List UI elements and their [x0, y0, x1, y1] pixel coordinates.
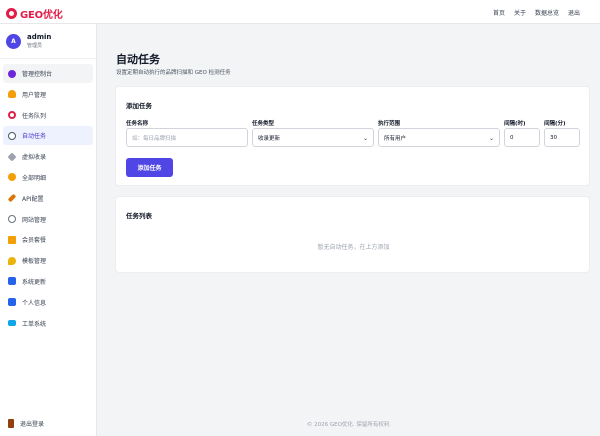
logo[interactable]: GEO优化 — [6, 6, 63, 21]
logo-text: GEO优化 — [20, 10, 63, 21]
sidebar-item-label: 模板管理 — [22, 258, 47, 266]
sidebar-item-api-config[interactable]: API配置 — [3, 189, 93, 208]
sidebar-item-label: 自动任务 — [22, 133, 47, 141]
scope-value: 所有用户 — [384, 135, 407, 142]
scope-select[interactable]: 所有用户 ⌄ — [378, 128, 500, 147]
nav-home-link[interactable]: 首页 — [493, 8, 505, 17]
sidebar-item-users[interactable]: 用户管理 — [3, 85, 93, 104]
ticket-icon — [8, 320, 16, 327]
avatar: A — [6, 33, 21, 49]
sidebar-item-templates[interactable]: 模板管理 — [3, 251, 93, 270]
sidebar-item-label: 全部明细 — [22, 174, 47, 182]
globe-icon — [8, 215, 16, 224]
logout-label: 退出登录 — [20, 421, 45, 428]
interval-hours-label: 间隔(时) — [504, 121, 526, 127]
empty-state-text: 暂无自动任务，在上方添加 — [317, 244, 390, 251]
interval-minutes-label: 间隔(分) — [544, 121, 566, 127]
sidebar-item-label: 虚拟收录 — [22, 154, 47, 162]
footer: © 2026 GEO优化. 保留所有权利. — [306, 422, 392, 428]
sidebar-item-label: 管理控制台 — [22, 71, 53, 78]
task-type-select[interactable]: 收录更新 ⌄ — [252, 128, 374, 147]
nav-about-link[interactable]: 关于 — [514, 8, 526, 17]
sidebar-item-label: 任务队列 — [22, 112, 47, 120]
palette-icon — [8, 256, 16, 265]
sidebar: A admin 管理员 管理控制台 用户管理 任务队列 自动任务 虚拟收录 全部… — [0, 24, 97, 436]
logo-icon — [6, 8, 17, 19]
logout-button[interactable]: 退出登录 — [8, 419, 44, 428]
sidebar-item-task-queue[interactable]: 任务队列 — [3, 106, 93, 125]
user-name: admin — [27, 33, 52, 41]
users-icon — [8, 90, 16, 99]
scope-label: 执行范围 — [378, 121, 401, 127]
crown-icon — [8, 235, 16, 244]
task-type-label: 任务类型 — [252, 121, 275, 127]
chevron-down-icon: ⌄ — [362, 135, 368, 142]
sidebar-item-label: 会员套餐 — [22, 237, 47, 245]
profile-icon — [8, 298, 16, 307]
nav-data-dashboard-link[interactable]: 数据总览 — [535, 8, 559, 17]
user-role: 管理员 — [27, 43, 43, 49]
sidebar-item-label: 网站管理 — [22, 216, 47, 224]
sidebar-item-site-management[interactable]: 网站管理 — [3, 210, 93, 229]
interval-hours-input[interactable]: 0 — [504, 128, 540, 147]
page-title: 自动任务 — [116, 53, 160, 66]
clock-icon — [8, 131, 16, 140]
medal-icon — [8, 173, 16, 182]
sidebar-item-dashboard[interactable]: 管理控制台 — [3, 64, 93, 83]
interval-minutes-value: 30 — [550, 134, 557, 141]
top-bar: GEO优化 首页 关于 数据总览 退出 — [0, 0, 600, 24]
interval-minutes-input[interactable]: 30 — [544, 128, 580, 147]
task-name-placeholder: 如：每日品牌扫描 — [132, 135, 177, 142]
nav-logout-link[interactable]: 退出 — [568, 8, 580, 17]
user-profile: A admin 管理员 — [6, 33, 51, 49]
door-icon — [8, 419, 14, 428]
main-content: 自动任务 设置定期自动执行的品牌扫描和 GEO 检测任务 添加任务 任务名称 如… — [98, 24, 600, 436]
add-task-card: 添加任务 任务名称 如：每日品牌扫描 任务类型 收录更新 ⌄ 执行范围 所有用户… — [115, 86, 590, 186]
task-name-label: 任务名称 — [126, 121, 149, 127]
chevron-down-icon: ⌄ — [488, 135, 494, 142]
sidebar-item-label: 用户管理 — [22, 91, 47, 99]
sidebar-item-label: 个人信息 — [22, 299, 47, 307]
sidebar-divider — [0, 58, 96, 59]
task-name-input[interactable]: 如：每日品牌扫描 — [126, 128, 248, 147]
interval-hours-value: 0 — [510, 134, 514, 141]
sidebar-nav: 管理控制台 用户管理 任务队列 自动任务 虚拟收录 全部明细 API配置 网站管… — [3, 64, 93, 334]
sidebar-item-membership[interactable]: 会员套餐 — [3, 230, 93, 249]
sidebar-item-profile[interactable]: 个人信息 — [3, 293, 93, 312]
dashboard-icon — [8, 69, 16, 78]
update-icon — [8, 277, 16, 286]
task-type-value: 收录更新 — [258, 135, 281, 142]
sidebar-item-label: 工单系统 — [22, 320, 47, 328]
sidebar-item-label: API配置 — [22, 195, 44, 203]
sidebar-item-virtual-index[interactable]: 虚拟收录 — [3, 147, 93, 166]
link-icon — [7, 152, 17, 162]
add-task-button[interactable]: 添加任务 — [126, 158, 173, 177]
key-icon — [7, 194, 17, 203]
top-nav: 首页 关于 数据总览 退出 — [493, 8, 580, 17]
queue-icon — [8, 111, 16, 120]
sidebar-item-label: 系统更新 — [22, 278, 47, 286]
task-list-card: 任务列表 暂无自动任务，在上方添加 — [115, 196, 590, 273]
sidebar-item-system-update[interactable]: 系统更新 — [3, 272, 93, 291]
sidebar-item-tickets[interactable]: 工单系统 — [3, 314, 93, 333]
add-task-title: 添加任务 — [126, 102, 152, 110]
page-subtitle: 设置定期自动执行的品牌扫描和 GEO 检测任务 — [116, 70, 231, 76]
sidebar-item-auto-tasks[interactable]: 自动任务 — [3, 126, 93, 146]
sidebar-item-all-details[interactable]: 全部明细 — [3, 168, 93, 187]
task-list-title: 任务列表 — [126, 212, 152, 220]
